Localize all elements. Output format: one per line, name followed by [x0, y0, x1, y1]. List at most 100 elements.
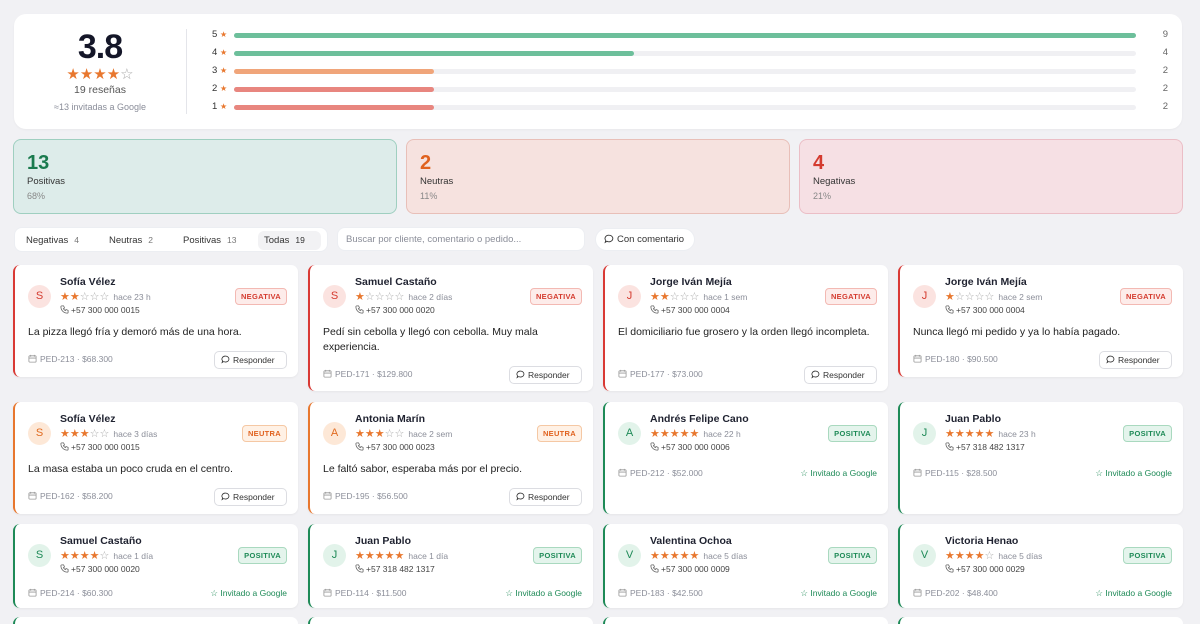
phone-number: +57 300 000 0020 [366, 305, 435, 315]
avatar: A [618, 422, 641, 445]
order-amount: $56.500 [377, 491, 408, 501]
avatar: V [913, 544, 936, 567]
phone-icon [945, 564, 954, 573]
review-card[interactable]: S Samuel Castaño ★★★★☆ hace 1 día +57 300 00… [13, 524, 298, 608]
positive-stat-card[interactable]: 13 Positivas 68% [13, 139, 397, 214]
rating-summary: 3.8 ★★★★☆ 19 reseñas ≈13 invitadas a Goo… [14, 14, 1182, 129]
rating-bar-row: 3 ★ 2 [212, 65, 1174, 79]
review-time: hace 1 día [408, 551, 449, 561]
rating-bar-count: 2 [1162, 65, 1168, 76]
customer-phone: +57 300 000 0015 [60, 305, 140, 315]
star-icon: ★ [219, 84, 228, 93]
google-invited-label: Invitado a Google [810, 468, 877, 478]
order-amount: $129.800 [377, 369, 413, 379]
review-card[interactable]: J Jorge Iván Mejía ★☆☆☆☆ hace 2 sem +57 300 … [898, 265, 1183, 377]
review-card-partial [13, 617, 298, 624]
avatar: S [28, 285, 51, 308]
rating-bar-count: 2 [1162, 83, 1168, 94]
google-invited-status: ☆ Invitado a Google [800, 588, 877, 599]
review-time: hace 22 h [703, 429, 741, 439]
reply-button[interactable]: Responder [509, 366, 582, 384]
phone-number: +57 300 000 0015 [71, 305, 140, 315]
review-card[interactable]: S Sofía Vélez ★★☆☆☆ hace 23 h +57 300 000 00… [13, 265, 298, 377]
rating-bar-track [234, 105, 1136, 110]
review-count: 19 reseñas [74, 84, 126, 96]
tab-todas[interactable]: Todas 19 [258, 231, 321, 250]
sentiment-badge: NEGATIVA [234, 288, 287, 305]
tab-count: 4 [74, 235, 79, 245]
average-stars: ★★★★☆ [66, 66, 134, 83]
review-stars: ★★★★★ hace 1 día [355, 550, 449, 562]
review-card[interactable]: V Victoria Henao ★★★★☆ hace 5 días +57 300 0… [898, 524, 1183, 608]
order-info: PED-183 · $42.500 [618, 588, 703, 598]
tab-neutras[interactable]: Neutras 2 [103, 231, 159, 250]
neutral-count: 2 [420, 152, 432, 174]
rating-bar-label: 4 ★ [212, 47, 228, 58]
reply-button[interactable]: Responder [214, 351, 287, 369]
calendar-icon [323, 588, 332, 597]
google-invited-status: ☆ Invitado a Google [210, 588, 287, 599]
review-card[interactable]: A Andrés Felipe Cano ★★★★★ hace 22 h +57 300… [603, 402, 888, 514]
sentiment-badge: NEUTRA [536, 425, 582, 442]
star-outline-icon: ☆ [1095, 588, 1103, 598]
rating-bar-fill [234, 105, 435, 110]
review-stars: ★★★★☆ hace 1 día [60, 550, 154, 562]
sentiment-badge: POSITIVA [828, 547, 877, 564]
reply-button[interactable]: Responder [509, 488, 582, 506]
review-stars: ★★☆☆☆ hace 1 sem [650, 291, 748, 303]
review-card[interactable]: V Valentina Ochoa ★★★★★ hace 5 días +57 300 … [603, 524, 888, 608]
review-card[interactable]: J Jorge Iván Mejía ★★☆☆☆ hace 1 sem +57 300 … [603, 265, 888, 391]
review-comment: Pedí sin cebolla y llegó con cebolla. Mu… [323, 326, 538, 353]
reply-button[interactable]: Responder [214, 488, 287, 506]
order-info: PED-115 · $28.500 [913, 468, 997, 478]
tab-negativas[interactable]: Negativas 4 [20, 231, 85, 250]
neutral-stat-card[interactable]: 2 Neutras 11% [406, 139, 790, 214]
customer-phone: +57 318 482 1317 [945, 442, 1025, 452]
review-comment: La pizza llegó fría y demoró más de una … [28, 326, 242, 338]
review-card[interactable]: S Samuel Castaño ★☆☆☆☆ hace 2 días +57 300 0… [308, 265, 593, 391]
calendar-icon [28, 354, 37, 363]
review-stars: ★☆☆☆☆ hace 2 sem [945, 291, 1043, 303]
review-time: hace 23 h [998, 429, 1036, 439]
tab-label: Todas [264, 235, 290, 246]
search-input[interactable]: Buscar por cliente, comentario o pedido.… [337, 227, 585, 251]
review-time: hace 2 sem [408, 429, 453, 439]
sentiment-filter-tabs: Negativas 4 Neutras 2 Positivas 13 Todas 19 [14, 227, 328, 252]
review-stars: ★★★★☆ hace 5 días [945, 550, 1043, 562]
tab-positivas[interactable]: Positivas 13 [177, 231, 242, 250]
phone-icon [355, 305, 364, 314]
phone-number: +57 300 000 0009 [661, 564, 730, 574]
google-invited-status: ☆ Invitado a Google [505, 588, 582, 599]
order-info: PED-202 · $48.400 [913, 588, 998, 598]
google-invited-label: Invitado a Google [1105, 588, 1172, 598]
reply-button[interactable]: Responder [804, 366, 877, 384]
review-card[interactable]: S Sofía Vélez ★★★☆☆ hace 3 días +57 300 000 … [13, 402, 298, 514]
avatar: S [28, 544, 51, 567]
order-amount: $60.300 [82, 588, 113, 598]
customer-name: Jorge Iván Mejía [650, 276, 732, 288]
phone-number: +57 300 000 0004 [661, 305, 730, 315]
with-comment-filter-button[interactable]: Con comentario [595, 228, 695, 251]
google-invited-label: Invitado a Google [220, 588, 287, 598]
review-stars: ★★★☆☆ hace 2 sem [355, 428, 453, 440]
reply-icon [516, 492, 525, 501]
phone-number: +57 318 482 1317 [956, 442, 1025, 452]
review-time: hace 2 sem [998, 292, 1043, 302]
review-card[interactable]: J Juan Pablo ★★★★★ hace 23 h +57 318 482 131… [898, 402, 1183, 514]
review-time: hace 5 días [703, 551, 748, 561]
review-card[interactable]: A Antonia Marín ★★★☆☆ hace 2 sem +57 300 000… [308, 402, 593, 514]
rating-bar-row: 4 ★ 4 [212, 47, 1174, 61]
review-time: hace 1 día [113, 551, 154, 561]
customer-name: Juan Pablo [945, 413, 1002, 425]
reply-label: Responder [528, 492, 570, 502]
review-comment: Le faltó sabor, esperaba más por el prec… [323, 463, 523, 475]
negative-stat-card[interactable]: 4 Negativas 21% [799, 139, 1183, 214]
google-invited-status: ☆ Invitado a Google [800, 468, 877, 479]
customer-name: Sofía Vélez [60, 413, 116, 425]
phone-icon [650, 442, 659, 451]
reply-button[interactable]: Responder [1099, 351, 1172, 369]
review-card[interactable]: J Juan Pablo ★★★★★ hace 1 día +57 318 482 13… [308, 524, 593, 608]
reply-icon [516, 370, 525, 379]
avatar: J [618, 285, 641, 308]
phone-number: +57 300 000 0020 [71, 564, 140, 574]
